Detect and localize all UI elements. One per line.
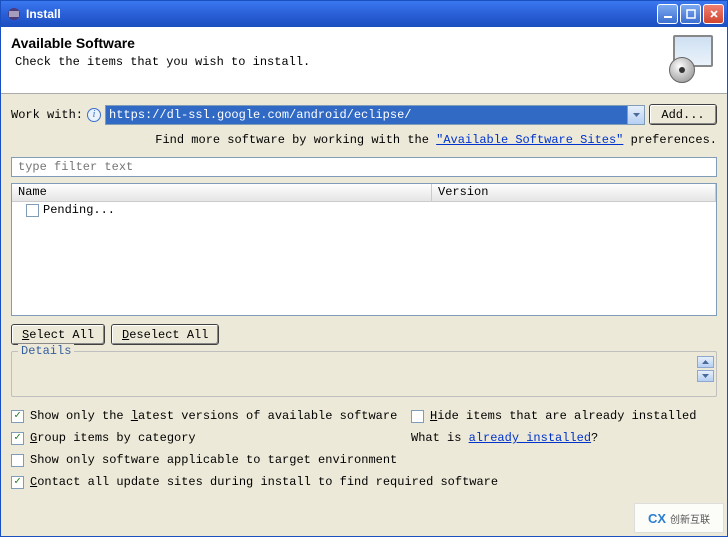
applicable-env-checkbox[interactable] — [11, 454, 24, 467]
row-label: Pending... — [43, 203, 115, 217]
close-button[interactable] — [703, 4, 724, 24]
row-checkbox[interactable] — [26, 204, 39, 217]
info-icon: i — [87, 108, 101, 122]
group-category-label: Group items by category — [30, 431, 196, 445]
details-group: Details — [11, 351, 717, 397]
tree-row[interactable]: Pending... — [12, 202, 716, 218]
available-sites-link[interactable]: "Available Software Sites" — [436, 133, 623, 147]
maximize-button[interactable] — [680, 4, 701, 24]
deselect-all-button[interactable]: Deselect All — [111, 324, 219, 345]
already-installed-link[interactable]: already installed — [469, 431, 591, 445]
eclipse-icon — [6, 6, 22, 22]
select-all-button[interactable]: Select All — [11, 324, 105, 345]
contact-sites-label: Contact all update sites during install … — [30, 475, 498, 489]
hide-installed-checkbox[interactable] — [411, 410, 424, 423]
group-category-checkbox[interactable] — [11, 432, 24, 445]
install-icon — [669, 35, 717, 83]
sites-hint: Find more software by working with the "… — [11, 133, 717, 147]
contact-sites-checkbox[interactable] — [11, 476, 24, 489]
page-title: Available Software — [11, 35, 669, 51]
what-is-text: What is already installed? — [411, 431, 598, 445]
install-window: Install Available Software Check the ite… — [0, 0, 728, 537]
watermark: CX 创新互联 — [634, 503, 724, 533]
show-latest-label: Show only the latest versions of availab… — [30, 409, 397, 423]
work-with-combo[interactable] — [105, 105, 645, 125]
hide-installed-label: Hide items that are already installed — [430, 409, 696, 423]
page-subtitle: Check the items that you wish to install… — [15, 55, 669, 69]
filter-field[interactable] — [11, 157, 717, 177]
work-with-label: Work with: — [11, 108, 83, 122]
col-version[interactable]: Version — [432, 184, 716, 201]
filter-input[interactable] — [16, 158, 712, 176]
add-button[interactable]: Add... — [649, 104, 717, 125]
work-with-input[interactable] — [106, 106, 627, 124]
show-latest-checkbox[interactable] — [11, 410, 24, 423]
tree-header: Name Version — [12, 184, 716, 202]
wizard-header: Available Software Check the items that … — [1, 27, 727, 94]
software-tree[interactable]: Name Version Pending... — [11, 183, 717, 316]
watermark-text: 创新互联 — [670, 511, 710, 526]
watermark-logo: CX — [648, 511, 666, 526]
work-with-dropdown[interactable] — [627, 106, 644, 124]
col-name[interactable]: Name — [12, 184, 432, 201]
options: Show only the latest versions of availab… — [11, 405, 717, 493]
titlebar: Install — [1, 1, 727, 27]
window-title: Install — [26, 7, 61, 21]
minimize-button[interactable] — [657, 4, 678, 24]
details-legend: Details — [18, 344, 74, 358]
applicable-env-label: Show only software applicable to target … — [30, 453, 397, 467]
details-scrollbar[interactable] — [697, 356, 714, 382]
